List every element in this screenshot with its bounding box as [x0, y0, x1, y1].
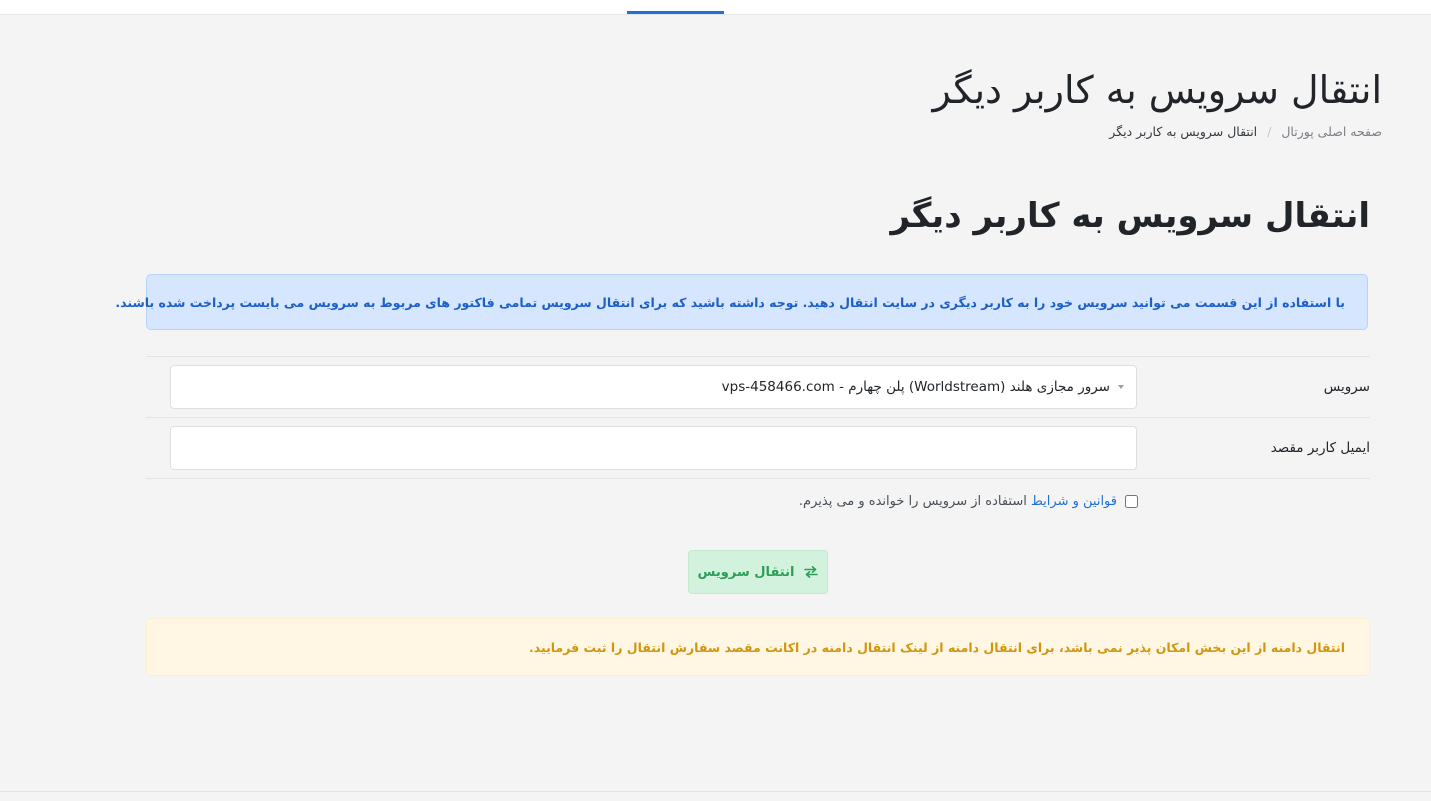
content-heading: انتقال سرویس به کاربر دیگر: [890, 196, 1371, 236]
terms-checkbox[interactable]: [1125, 495, 1138, 508]
terms-row: قوانین و شرایط استفاده از سرویس را خواند…: [799, 494, 1138, 509]
terms-link[interactable]: قوانین و شرایط: [1031, 494, 1117, 509]
exchange-arrows-icon: [804, 566, 819, 578]
active-tab-indicator: [627, 11, 724, 14]
breadcrumb-separator: /: [1267, 124, 1272, 139]
page-title: انتقال سرویس به کاربر دیگر: [932, 68, 1382, 112]
breadcrumb-home-link[interactable]: صفحه اصلی پورتال: [1281, 124, 1382, 139]
form-divider: [146, 417, 1370, 418]
transfer-service-button-label: انتقال سرویس: [697, 564, 795, 580]
warning-alert-text: انتقال دامنه از این بخش امکان پذیر نمی ب…: [529, 639, 1345, 655]
form-divider: [146, 478, 1370, 479]
destination-email-input[interactable]: [170, 426, 1137, 470]
breadcrumb-current: انتقال سرویس به کاربر دیگر: [1109, 124, 1258, 139]
email-label: ایمیل کاربر مقصد: [1270, 440, 1370, 456]
transfer-service-button[interactable]: انتقال سرویس: [688, 550, 828, 594]
chevron-down-icon: [1118, 385, 1124, 389]
service-select-value: سرور مجازی هلند (Worldstream) پلن چهارم …: [721, 379, 1110, 395]
info-alert-text: با استفاده از این قسمت می توانید سرویس خ…: [115, 294, 1345, 310]
service-label: سرویس: [1323, 379, 1370, 395]
warning-alert: انتقال دامنه از این بخش امکان پذیر نمی ب…: [146, 618, 1370, 676]
info-alert: با استفاده از این قسمت می توانید سرویس خ…: [115, 274, 1368, 330]
service-select[interactable]: سرور مجازی هلند (Worldstream) پلن چهارم …: [170, 365, 1137, 409]
form-divider: [146, 356, 1370, 357]
top-navigation-bar: [0, 0, 1431, 15]
footer-divider: [0, 791, 1431, 792]
breadcrumb: صفحه اصلی پورتال / انتقال سرویس به کاربر…: [1109, 122, 1382, 142]
terms-text: استفاده از سرویس را خوانده و می پذیرم.: [798, 494, 1027, 509]
